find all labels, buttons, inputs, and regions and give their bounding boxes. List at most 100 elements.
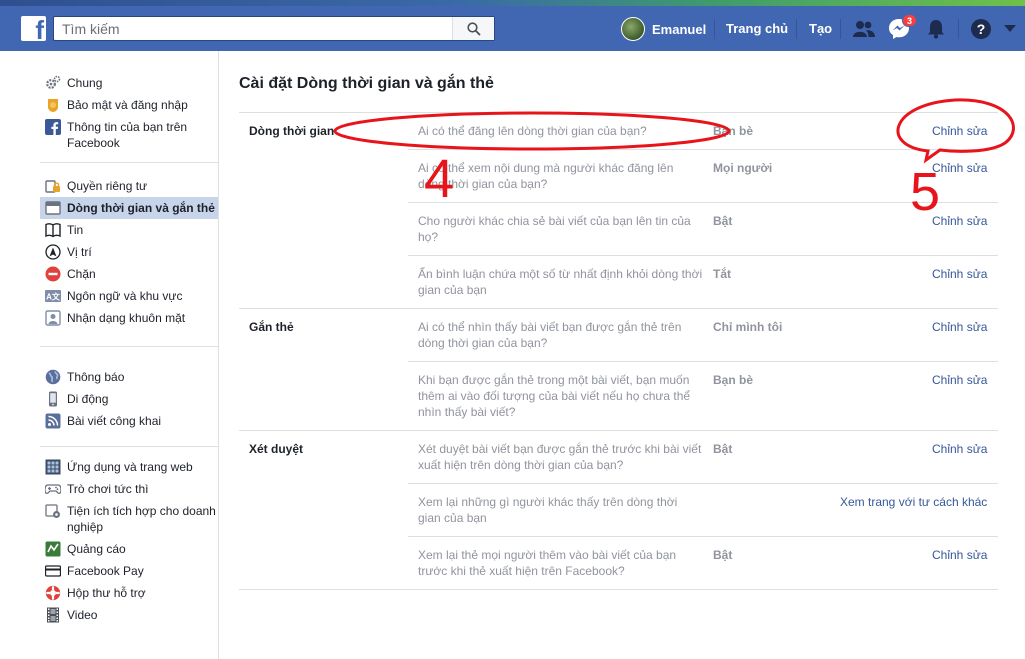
page-title: Cài đặt Dòng thời gian và gắn thẻ: [239, 75, 494, 92]
language-icon: A文: [45, 288, 61, 304]
sidebar-item-general[interactable]: Chung: [40, 72, 218, 94]
apps-icon: [45, 459, 61, 475]
top-navigation-bar: f Emanuel Trang chủ Tạo 3 ?: [0, 0, 1025, 51]
privacy-lock-icon: [45, 178, 61, 194]
profile-link[interactable]: Emanuel: [621, 17, 706, 41]
setting-question: Cho người khác chia sẻ bài viết của bạn …: [418, 214, 691, 244]
setting-value: Bật: [713, 214, 733, 228]
sidebar-item-notifications[interactable]: Thông báo: [40, 366, 218, 388]
setting-question: Xem lại thẻ mọi người thêm vào bài viết …: [418, 548, 677, 578]
sidebar-item-business-integrations[interactable]: Tiện ích tích hợp cho doanh nghiệp: [40, 500, 218, 538]
sidebar-item-label: Bài viết công khai: [67, 414, 162, 428]
setting-question: Ẩn bình luận chứa một số từ nhất định kh…: [418, 267, 703, 297]
sidebar-item-label: Thông tin của bạn trên Facebook: [67, 120, 188, 150]
setting-value: Bật: [713, 548, 733, 562]
search-icon: [466, 21, 481, 36]
sidebar-group-general: Chung Bảo mật và đăng nhập Thông tin của…: [40, 72, 218, 154]
setting-question: Khi bạn được gắn thẻ trong một bài viết,…: [418, 373, 691, 419]
sidebar-item-your-facebook-info[interactable]: Thông tin của bạn trên Facebook: [40, 116, 218, 154]
section-divider: [239, 430, 998, 431]
sidebar-item-location[interactable]: Vị trí: [40, 241, 218, 263]
friend-requests-icon[interactable]: [850, 15, 878, 43]
top-strip: [0, 0, 1025, 6]
section-label-review: Xét duyệt: [249, 442, 304, 456]
sidebar-item-mobile[interactable]: Di động: [40, 388, 218, 410]
search-box: [53, 16, 495, 41]
security-badge-icon: [45, 97, 61, 113]
block-icon: [45, 266, 61, 282]
row-divider: [408, 255, 998, 256]
sidebar-item-timeline-tagging[interactable]: Dòng thời gian và gắn thẻ: [40, 197, 218, 219]
edit-button[interactable]: Chỉnh sửa: [932, 214, 987, 228]
sidebar-item-privacy[interactable]: Quyền riêng tư: [40, 175, 218, 197]
sidebar-group-apps: Ứng dụng và trang web Trò chơi tức thì T…: [40, 456, 218, 626]
setting-value: Chỉ mình tôi: [713, 320, 783, 334]
row-divider: [408, 361, 998, 362]
sidebar-item-label: Thông báo: [67, 370, 125, 384]
avatar: [621, 17, 645, 41]
annotation-step-5: 5: [910, 162, 941, 222]
book-icon: [45, 222, 61, 238]
edit-button[interactable]: Chỉnh sửa: [932, 320, 987, 334]
sidebar-item-label: Bảo mật và đăng nhập: [67, 98, 188, 112]
search-button[interactable]: [452, 17, 494, 40]
search-input[interactable]: [54, 17, 454, 40]
section-label-timeline: Dòng thời gian: [249, 124, 335, 138]
timeline-icon: [45, 200, 61, 216]
gears-icon: [45, 75, 61, 91]
sidebar-divider: [40, 346, 218, 347]
sidebar-item-stories[interactable]: Tin: [40, 219, 218, 241]
section-divider: [239, 589, 998, 590]
setting-value: Mọi người: [713, 161, 773, 175]
sidebar-item-label: Di động: [67, 392, 109, 406]
edit-button[interactable]: Chỉnh sửa: [932, 373, 987, 387]
lifebuoy-icon: [45, 585, 61, 601]
edit-button[interactable]: Chỉnh sửa: [932, 267, 987, 281]
help-icon[interactable]: ?: [967, 15, 995, 43]
sidebar-item-label: Chung: [67, 76, 103, 90]
edit-button[interactable]: Chỉnh sửa: [932, 124, 987, 138]
settings-main-panel: Cài đặt Dòng thời gian và gắn thẻ Dòng t…: [219, 51, 1025, 659]
sidebar-item-instant-games[interactable]: Trò chơi tức thì: [40, 478, 218, 500]
sidebar-group-notifications: Thông báo Di động Bài viết công khai: [40, 366, 218, 432]
sidebar-item-facebook-pay[interactable]: Facebook Pay: [40, 560, 218, 582]
section-label-tagging: Gắn thẻ: [249, 320, 294, 334]
notifications-bell-icon[interactable]: [922, 15, 950, 43]
home-link[interactable]: Trang chủ: [726, 21, 788, 36]
nav-divider: [714, 19, 715, 39]
user-name: Emanuel: [652, 21, 707, 37]
edit-button[interactable]: Chỉnh sửa: [932, 548, 987, 562]
section-divider: [239, 308, 998, 309]
sidebar-item-ads[interactable]: Quảng cáo: [40, 538, 218, 560]
sidebar-item-label: Tiện ích tích hợp cho doanh nghiệp: [67, 504, 216, 534]
nav-divider: [958, 19, 959, 39]
location-icon: [45, 244, 61, 260]
sidebar-item-label: Video: [67, 608, 98, 622]
sidebar-item-language[interactable]: A文 Ngôn ngữ và khu vực: [40, 285, 218, 307]
sidebar-item-video[interactable]: Video: [40, 604, 218, 626]
sidebar-item-public-posts[interactable]: Bài viết công khai: [40, 410, 218, 432]
setting-value: Bật: [713, 442, 733, 456]
sidebar-item-blocking[interactable]: Chặn: [40, 263, 218, 285]
sidebar-item-label: Quyền riêng tư: [67, 179, 148, 193]
sidebar-item-label: Quảng cáo: [67, 542, 126, 556]
view-as-button[interactable]: Xem trang với tư cách khác: [840, 495, 987, 509]
sidebar-item-support-inbox[interactable]: Hộp thư hỗ trợ: [40, 582, 218, 604]
sidebar-item-security[interactable]: Bảo mật và đăng nhập: [40, 94, 218, 116]
facebook-logo-icon[interactable]: f: [21, 16, 46, 41]
account-menu-caret-icon[interactable]: [996, 15, 1024, 43]
row-divider: [408, 149, 998, 150]
annotation-step-4: 4: [424, 149, 455, 209]
facebook-icon: [45, 119, 61, 135]
sidebar-item-apps-websites[interactable]: Ứng dụng và trang web: [40, 456, 218, 478]
gamepad-icon: [45, 481, 61, 497]
edit-button[interactable]: Chỉnh sửa: [932, 442, 987, 456]
sidebar-item-face-recognition[interactable]: Nhận dạng khuôn mặt: [40, 307, 218, 329]
create-link[interactable]: Tạo: [809, 21, 832, 36]
sidebar-item-label: Ứng dụng và trang web: [67, 460, 193, 474]
sidebar-divider: [40, 446, 218, 447]
edit-button[interactable]: Chỉnh sửa: [932, 161, 987, 175]
nav-divider: [840, 19, 841, 39]
setting-question: Xét duyệt bài viết bạn được gắn thẻ trướ…: [418, 442, 702, 472]
sidebar-item-label: Trò chơi tức thì: [67, 482, 149, 496]
